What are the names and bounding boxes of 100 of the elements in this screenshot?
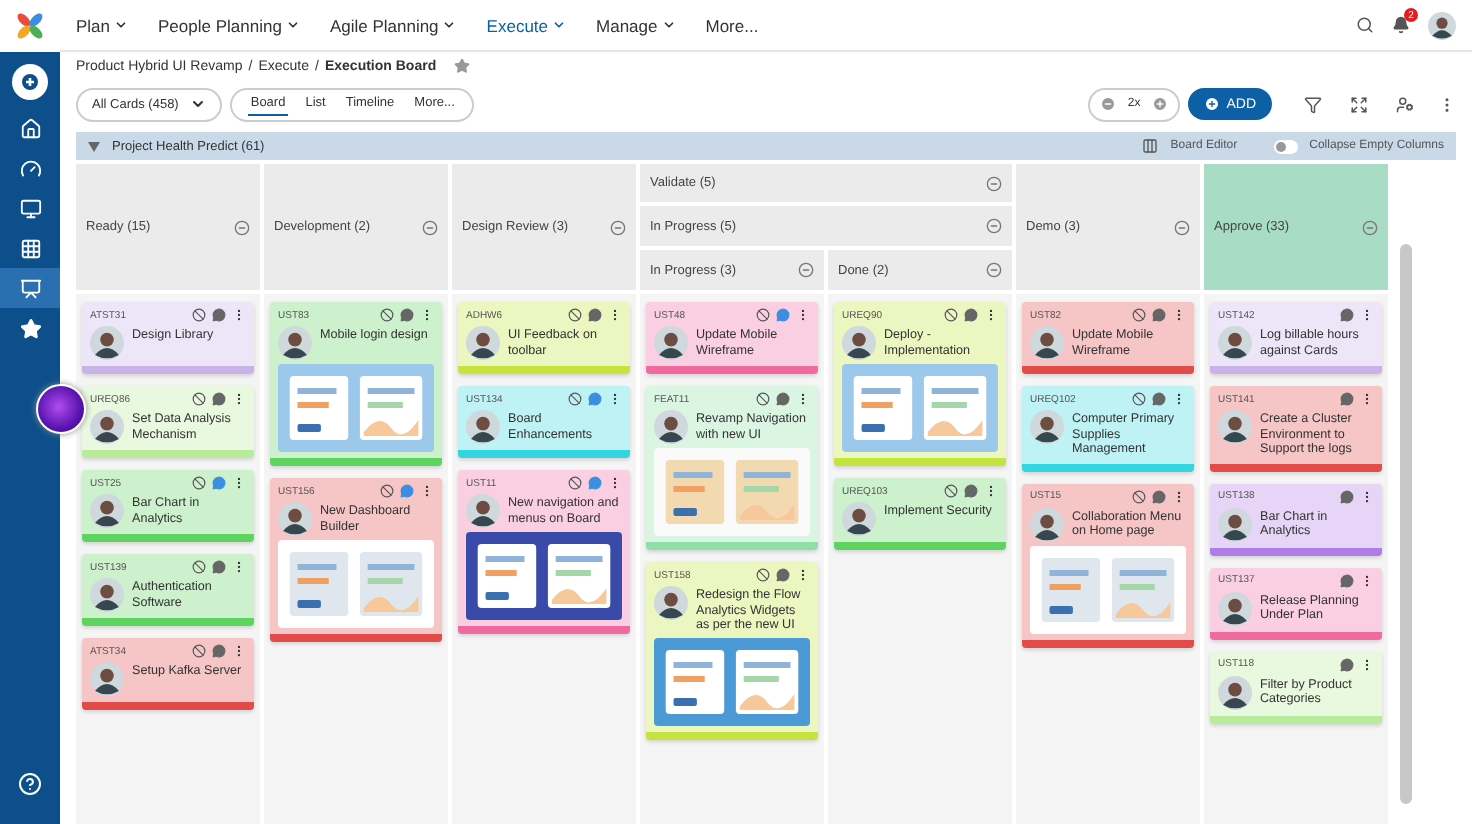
blocked-icon[interactable]: [1132, 392, 1146, 406]
more-icon[interactable]: [984, 484, 998, 498]
more-icon[interactable]: [608, 308, 622, 322]
blocked-icon[interactable]: [756, 308, 770, 322]
blocked-icon[interactable]: [756, 568, 770, 582]
bell-icon[interactable]: [1392, 16, 1410, 34]
blocked-icon[interactable]: [756, 392, 770, 406]
collapse-icon[interactable]: [234, 219, 250, 235]
comment-icon[interactable]: [1340, 489, 1354, 504]
nav-menu-item[interactable]: Plan: [76, 15, 129, 35]
add-icon[interactable]: [12, 64, 48, 100]
more-icon[interactable]: [796, 308, 810, 322]
comment-icon[interactable]: [1340, 308, 1354, 322]
blocked-icon[interactable]: [568, 308, 582, 322]
avatar: [1218, 326, 1252, 360]
more-icon[interactable]: [1360, 657, 1374, 672]
more-icon[interactable]: [232, 560, 246, 574]
more-icon[interactable]: [232, 476, 246, 490]
board-editor-icon[interactable]: [1142, 138, 1159, 154]
comment-icon[interactable]: [588, 392, 602, 406]
caret-icon: [190, 96, 207, 112]
more-icon[interactable]: [420, 308, 434, 322]
collapse-toggle[interactable]: [1273, 139, 1298, 153]
collapse-icon[interactable]: [1174, 219, 1190, 235]
nav-menu-item[interactable]: Agile Planning: [329, 15, 457, 35]
more-icon[interactable]: [1360, 392, 1374, 406]
caret-icon: [114, 18, 129, 32]
more-icon[interactable]: [608, 476, 622, 490]
nav-menu-item[interactable]: More...: [705, 15, 759, 35]
help-icon[interactable]: [18, 772, 42, 796]
collapse-icon[interactable]: [422, 219, 438, 235]
comment-icon[interactable]: [1152, 489, 1166, 504]
search-icon[interactable]: [1356, 16, 1374, 34]
comment-icon[interactable]: [776, 392, 790, 406]
more-icon[interactable]: [1172, 392, 1186, 406]
blocked-icon[interactable]: [192, 476, 206, 490]
comment-icon[interactable]: [212, 308, 226, 322]
more-icon[interactable]: [232, 644, 246, 658]
blocked-icon[interactable]: [568, 476, 582, 490]
comment-icon[interactable]: [964, 484, 978, 498]
collapse-caret-icon[interactable]: [88, 141, 100, 151]
collapse-icon[interactable]: [1362, 219, 1378, 235]
blocked-icon[interactable]: [192, 308, 206, 322]
comment-icon[interactable]: [212, 560, 226, 574]
more-icon[interactable]: [796, 568, 810, 582]
more-icon[interactable]: [796, 392, 810, 406]
collapse-icon[interactable]: [986, 262, 1002, 278]
board-nav-button[interactable]: [0, 268, 60, 308]
comment-icon[interactable]: [212, 476, 226, 490]
blocked-icon[interactable]: [944, 308, 958, 322]
favorite-icon[interactable]: [454, 58, 471, 74]
nav-menu-item[interactable]: Manage: [596, 15, 676, 35]
collapse-icon[interactable]: [798, 262, 814, 278]
blocked-icon[interactable]: [192, 392, 206, 406]
comment-icon[interactable]: [212, 644, 226, 658]
comment-icon[interactable]: [400, 308, 414, 322]
comment-icon[interactable]: [1340, 657, 1354, 672]
blocked-icon[interactable]: [380, 484, 394, 498]
logo-icon[interactable]: [14, 10, 46, 42]
user-settings-icon[interactable]: [1396, 95, 1414, 113]
more-icon[interactable]: [232, 392, 246, 406]
more-icon[interactable]: [984, 308, 998, 322]
nav-menu-item[interactable]: Execute: [486, 15, 567, 35]
monitor-icon: [19, 197, 41, 219]
home-icon: [19, 117, 41, 139]
assistant-icon[interactable]: [36, 384, 86, 434]
comment-icon[interactable]: [1152, 392, 1166, 406]
more-icon[interactable]: [1172, 489, 1186, 504]
comment-icon[interactable]: [1152, 308, 1166, 322]
more-icon[interactable]: [1360, 573, 1374, 588]
avatar: [90, 326, 124, 360]
collapse-icon[interactable]: [610, 219, 626, 235]
zoom-out-icon[interactable]: [1099, 96, 1116, 112]
zoom-in-icon[interactable]: [1152, 96, 1169, 112]
more-icon[interactable]: [1360, 308, 1374, 322]
blocked-icon[interactable]: [944, 484, 958, 498]
comment-icon[interactable]: [588, 308, 602, 322]
blocked-icon[interactable]: [192, 560, 206, 574]
blocked-icon[interactable]: [1132, 308, 1146, 322]
fullscreen-icon[interactable]: [1350, 95, 1368, 113]
scrollbar[interactable]: [1400, 244, 1412, 804]
more-icon[interactable]: [232, 308, 246, 322]
filter-icon[interactable]: [1304, 95, 1322, 113]
comment-icon[interactable]: [776, 568, 790, 582]
collapse-icon[interactable]: [986, 218, 1002, 234]
comment-icon[interactable]: [212, 392, 226, 406]
comment-icon[interactable]: [964, 308, 978, 322]
blocked-icon[interactable]: [1132, 489, 1146, 504]
blocked-icon[interactable]: [568, 392, 582, 406]
collapse-icon[interactable]: [986, 175, 1002, 191]
more-icon[interactable]: [1172, 308, 1186, 322]
more-icon[interactable]: [420, 484, 434, 498]
comment-icon[interactable]: [1340, 392, 1354, 406]
comment-icon[interactable]: [1340, 573, 1354, 588]
blocked-icon[interactable]: [380, 308, 394, 322]
avatar: [90, 578, 124, 612]
more-icon[interactable]: [608, 392, 622, 406]
more-icon[interactable]: [1360, 489, 1374, 504]
nav-menu-item[interactable]: People Planning: [158, 15, 300, 35]
blocked-icon[interactable]: [192, 644, 206, 658]
